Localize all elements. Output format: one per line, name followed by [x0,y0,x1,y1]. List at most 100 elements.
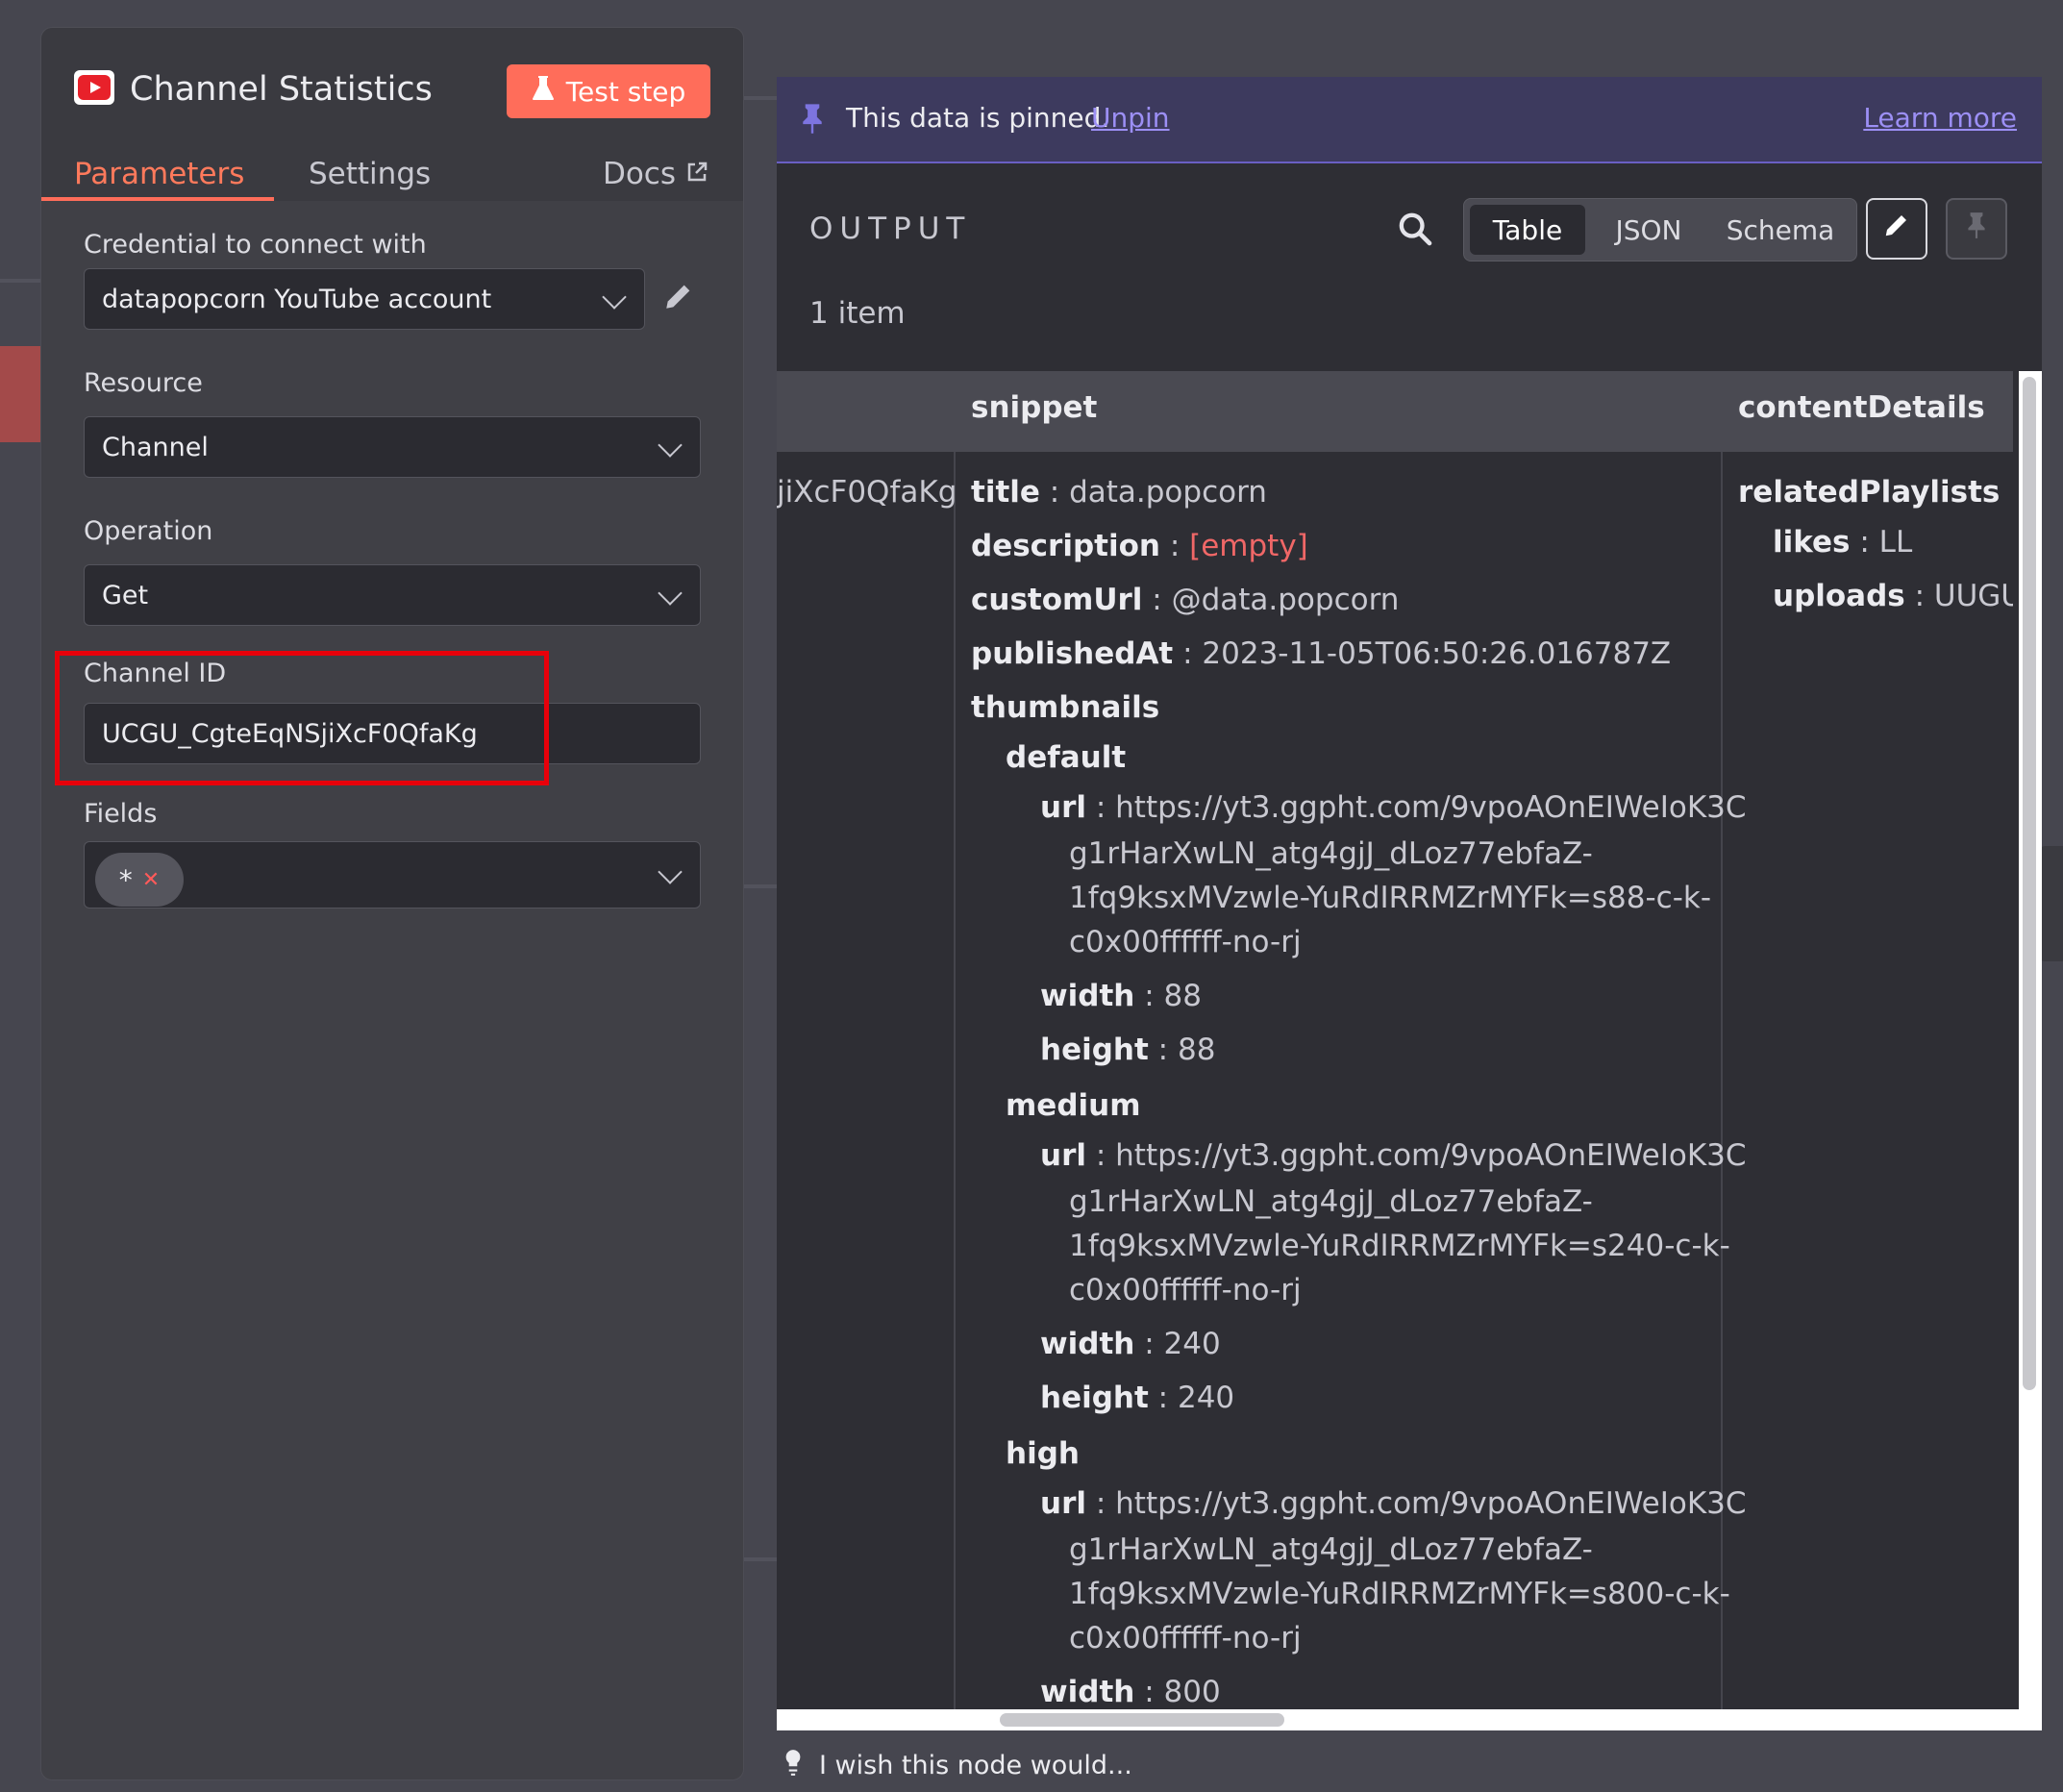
vertical-scrollbar-thumb[interactable] [2023,377,2036,1390]
tab-parameters[interactable]: Parameters [74,157,244,191]
output-panel: This data is pinned. Unpin Learn more OU… [777,77,2042,1730]
url-continuation: 1fq9ksxMVzwle-YuRdIRRMZrMYFk=s800-c-k- [1069,1577,1730,1611]
active-tab-indicator [41,197,274,201]
panel-header: Channel Statistics Test step Parameters … [41,28,743,201]
feedback-prompt[interactable]: I wish this node would... [777,1738,1305,1792]
horizontal-scrollbar-thumb[interactable] [1000,1713,1284,1727]
key-label: relatedPlaylists [1738,475,2001,510]
url-continuation: c0x00ffffff-no-rj [1069,925,1302,959]
url-continuation: 1fq9ksxMVzwle-YuRdIRRMZrMYFk=s240-c-k- [1069,1229,1730,1263]
value-text: 240 [1177,1381,1235,1415]
resource-select[interactable]: Channel [84,416,701,478]
pencil-icon [1882,211,1911,247]
node-title[interactable]: Channel Statistics [130,70,433,109]
key-label: url [1040,790,1086,825]
horizontal-scrollbar[interactable] [777,1709,2042,1730]
thumbnail-url: url : https://yt3.ggpht.com/9vpoAOnEIWeI… [1040,1138,1747,1173]
key-label: width [1040,1675,1135,1709]
credential-label: Credential to connect with [84,230,427,260]
key-label: width [1040,1327,1135,1361]
flask-icon [532,75,555,109]
test-step-button[interactable]: Test step [507,64,710,118]
url-continuation: 1fq9ksxMVzwle-YuRdIRRMZrMYFk=s88-c-k- [1069,881,1712,915]
pin-data-button[interactable] [1946,198,2007,260]
resource-label: Resource [84,368,203,398]
credential-select[interactable]: datapopcorn YouTube account [84,268,645,330]
search-icon[interactable] [1396,210,1434,248]
snippet-thumbnails: thumbnails [971,690,1159,725]
key-label: height [1040,1381,1149,1415]
panel-tabs: Parameters Settings Docs [41,143,743,201]
output-table: snippet contentDetails jiXcF0QfaKg title… [777,371,2013,1709]
column-header-contentdetails: contentDetails [1738,390,1985,425]
thumbnail-height: height : 240 [1040,1381,1235,1415]
unpin-link[interactable]: Unpin [1091,102,1170,134]
value-text: 2023-11-05T06:50:26.016787Z [1202,636,1672,671]
value-text: @data.popcorn [1171,583,1400,617]
view-json-button[interactable]: JSON [1593,205,1704,255]
key-label: uploads [1773,579,1905,613]
key-label: publishedAt [971,636,1174,671]
view-schema-button[interactable]: Schema [1710,205,1851,255]
lightbulb-icon [783,1748,804,1783]
learn-more-link[interactable]: Learn more [1863,102,2017,134]
thumbnail-url: url : https://yt3.ggpht.com/9vpoAOnEIWeI… [1040,1486,1747,1521]
chevron-down-icon [658,433,683,458]
url-continuation: g1rHarXwLN_atg4gjJ_dLoz77ebfaZ- [1069,836,1593,871]
related-playlists: relatedPlaylists [1738,475,2000,510]
canvas-node-fragment [0,346,40,442]
close-icon[interactable]: ✕ [142,868,160,892]
youtube-icon [74,70,114,105]
pin-icon [800,102,823,135]
playlist-uploads: uploads : UUGU_ [1773,579,2013,613]
fields-chip[interactable]: * ✕ [95,853,184,907]
thumbnail-default: default [1006,740,1126,775]
url-continuation: c0x00ffffff-no-rj [1069,1273,1302,1307]
playlist-likes: likes : LL [1773,525,1913,560]
operation-select[interactable]: Get [84,564,701,626]
value-text: data.popcorn [1069,475,1267,510]
key-label: height [1040,1033,1149,1067]
pinned-data-banner: This data is pinned. Unpin Learn more [777,77,2042,163]
snippet-title: title : data.popcorn [971,475,1267,510]
chip-label: * [118,863,133,896]
value-text: 800 [1163,1675,1221,1709]
docs-link[interactable]: Docs [603,157,708,191]
value-text: https://yt3.ggpht.com/9vpoAOnEIWeIoK3C [1115,790,1747,825]
key-label: url [1040,1486,1086,1521]
key-label: likes [1773,525,1851,560]
value-text: 88 [1177,1033,1216,1067]
docs-label: Docs [602,157,676,191]
value-text: https://yt3.ggpht.com/9vpoAOnEIWeIoK3C [1115,1486,1747,1521]
snippet-customurl: customUrl : @data.popcorn [971,583,1400,617]
operation-value: Get [102,580,149,610]
thumbnail-url: url : https://yt3.ggpht.com/9vpoAOnEIWeI… [1040,790,1747,825]
url-continuation: c0x00ffffff-no-rj [1069,1621,1302,1655]
tab-settings[interactable]: Settings [309,157,431,191]
thumbnail-high: high [1006,1436,1080,1471]
key-label: url [1040,1138,1086,1173]
value-text: UUGU_ [1933,579,2013,613]
output-title: OUTPUT [809,212,972,246]
pin-icon [1966,211,1987,247]
column-header-snippet: snippet [971,390,1098,425]
chevron-down-icon [658,859,683,884]
key-label: medium [1006,1088,1141,1123]
fields-label: Fields [84,799,158,829]
item-count: 1 item [809,296,906,331]
edit-credential-icon[interactable] [662,280,695,320]
snippet-publishedat: publishedAt : 2023-11-05T06:50:26.016787… [971,636,1672,671]
canvas-connection [0,279,42,283]
canvas-connection [744,884,777,888]
chevron-down-icon [658,581,683,606]
edit-output-button[interactable] [1866,198,1927,260]
url-continuation: g1rHarXwLN_atg4gjJ_dLoz77ebfaZ- [1069,1532,1593,1567]
table-header: snippet contentDetails [777,371,2013,452]
thumbnail-medium: medium [1006,1088,1141,1123]
snippet-description: description : [empty] [971,529,1308,563]
key-label: high [1006,1436,1080,1471]
feedback-text: I wish this node would... [819,1750,1132,1780]
view-table-button[interactable]: Table [1470,205,1585,255]
key-label: customUrl [971,583,1143,617]
canvas-connection [744,96,777,100]
